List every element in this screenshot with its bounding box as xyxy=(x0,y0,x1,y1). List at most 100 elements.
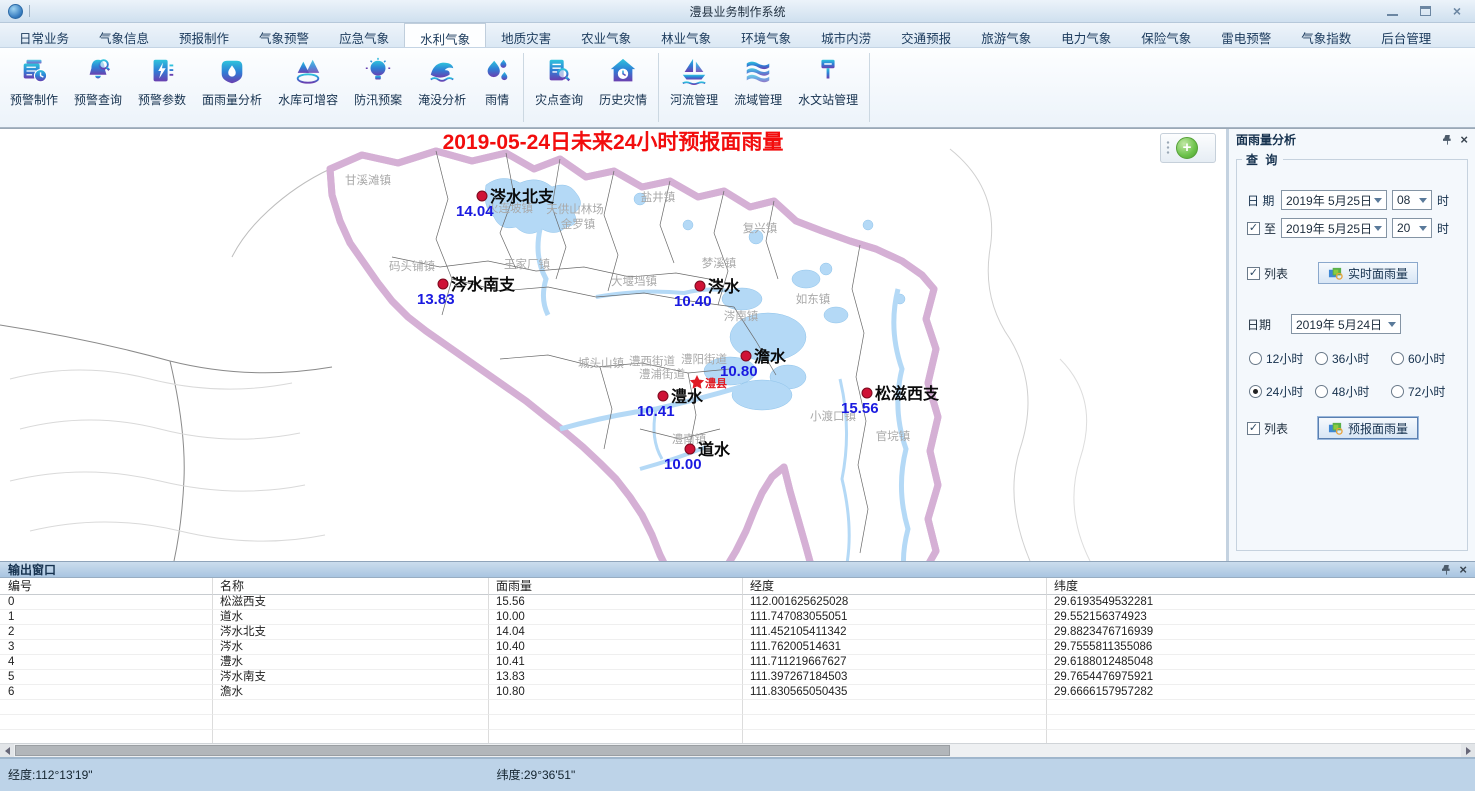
toolbar-button-reservoir[interactable]: 水库可增容 xyxy=(270,51,346,124)
toolbar-button-rain[interactable]: 雨情 xyxy=(474,51,520,124)
duration-option-5[interactable]: 48小时 xyxy=(1315,383,1391,400)
duration-option-3[interactable]: 60小时 xyxy=(1391,350,1457,367)
column-header-5[interactable]: 纬度 xyxy=(1047,578,1475,595)
station-marker[interactable]: 涔水南支13.83 xyxy=(417,275,516,308)
menu-item-18[interactable]: 后台管理 xyxy=(1366,23,1446,47)
table-cell: 10.00 xyxy=(489,610,743,625)
duration-option-4[interactable]: 24小时 xyxy=(1249,383,1315,400)
toolbar-separator xyxy=(523,53,524,122)
menu-item-14[interactable]: 电力气象 xyxy=(1046,23,1126,47)
column-header-3[interactable]: 面雨量 xyxy=(489,578,743,595)
menu-item-2[interactable]: 气象信息 xyxy=(84,23,164,47)
table-cell xyxy=(743,715,1047,730)
radio-unselected-icon[interactable] xyxy=(1315,385,1328,398)
menu-item-17[interactable]: 气象指数 xyxy=(1286,23,1366,47)
table-row[interactable]: 1道水10.00111.74708305505129.552156374923 xyxy=(0,610,1475,625)
toolbar-button-inundation[interactable]: 淹没分析 xyxy=(410,51,474,124)
realtime-rain-button[interactable]: 实时面雨量 xyxy=(1318,262,1418,284)
menu-item-15[interactable]: 保险气象 xyxy=(1126,23,1206,47)
title-bar: 澧县业务制作系统 xyxy=(0,0,1475,23)
menu-item-10[interactable]: 环境气象 xyxy=(726,23,806,47)
menu-item-11[interactable]: 城市内涝 xyxy=(806,23,886,47)
table-row[interactable]: 2涔水北支14.04111.45210541134229.88234767169… xyxy=(0,625,1475,640)
station-value: 10.41 xyxy=(637,403,675,420)
map-area[interactable]: 甘溪滩镇天供山林场金罗镇盐井镇复兴镇码头铺镇王家厂镇大堰垱镇梦溪镇涔南镇如东镇城… xyxy=(0,128,1226,561)
menu-item-6[interactable]: 水利气象 xyxy=(404,23,486,47)
table-row[interactable]: 0松滋西支15.56112.00162562502829.61935495322… xyxy=(0,595,1475,610)
radio-unselected-icon[interactable] xyxy=(1315,352,1328,365)
radio-selected-icon[interactable] xyxy=(1249,385,1262,398)
menu-item-13[interactable]: 旅游气象 xyxy=(966,23,1046,47)
table-row[interactable]: 6澹水10.80111.83056505043529.6666157957282 xyxy=(0,685,1475,700)
town-label: 大堰垱镇 xyxy=(611,274,657,288)
toolbar-button-alert-edit[interactable]: 预警制作 xyxy=(2,51,66,124)
table-cell: 涔水南支 xyxy=(213,670,489,685)
duration-option-6[interactable]: 72小时 xyxy=(1391,383,1457,400)
menu-item-12[interactable]: 交通预报 xyxy=(886,23,966,47)
drag-handle-icon[interactable] xyxy=(1166,140,1170,156)
radio-unselected-icon[interactable] xyxy=(1391,385,1404,398)
scroll-right-icon[interactable] xyxy=(1461,744,1475,757)
menu-item-4[interactable]: 气象预警 xyxy=(244,23,324,47)
minimize-icon[interactable] xyxy=(1387,7,1398,16)
menu-item-8[interactable]: 农业气象 xyxy=(566,23,646,47)
toolbar-button-flood-plan[interactable]: 防汛预案 xyxy=(346,51,410,124)
table-row[interactable]: 3涔水10.40111.7620051463129.7555811355086 xyxy=(0,640,1475,655)
town-label: 王家厂镇 xyxy=(504,257,550,271)
end-date-select[interactable]: 2019年 5月25日 xyxy=(1281,218,1387,238)
horizontal-scrollbar[interactable] xyxy=(0,743,1475,757)
toolbar-button-alert-params[interactable]: 预警参数 xyxy=(130,51,194,124)
toolbar-button-history[interactable]: 历史灾情 xyxy=(591,51,655,124)
end-hour-select[interactable]: 20 xyxy=(1392,218,1432,238)
start-hour-select[interactable]: 08 xyxy=(1392,190,1432,210)
to-checkbox[interactable] xyxy=(1247,222,1260,235)
menu-item-5[interactable]: 应急气象 xyxy=(324,23,404,47)
maximize-icon[interactable] xyxy=(1420,6,1431,16)
scrollbar-thumb[interactable] xyxy=(15,745,950,756)
output-close-icon[interactable] xyxy=(1459,564,1467,576)
forecast-list-checkbox[interactable] xyxy=(1247,422,1260,435)
county-map[interactable]: 甘溪滩镇天供山林场金罗镇盐井镇复兴镇码头铺镇王家厂镇大堰垱镇梦溪镇涔南镇如东镇城… xyxy=(0,129,1226,561)
menu-item-16[interactable]: 雷电预警 xyxy=(1206,23,1286,47)
toolbar-button-basin[interactable]: 流域管理 xyxy=(726,51,790,124)
toolbar-button-disaster-search[interactable]: 灾点查询 xyxy=(527,51,591,124)
duration-option-2[interactable]: 36小时 xyxy=(1315,350,1391,367)
panel-close-icon[interactable] xyxy=(1460,134,1468,146)
toolbar-button-river[interactable]: 河流管理 xyxy=(662,51,726,124)
forecast-rain-button[interactable]: 预报面雨量 xyxy=(1318,417,1418,439)
status-bar: 经度:112°13'19" 纬度:29°36'51" xyxy=(0,757,1475,791)
duration-option-1[interactable]: 12小时 xyxy=(1249,350,1315,367)
column-header-1[interactable]: 编号 xyxy=(0,578,213,595)
toolbar-button-hydrostation[interactable]: 水文站管理 xyxy=(790,51,866,124)
station-name: 松滋西支 xyxy=(875,384,940,403)
pin-icon[interactable] xyxy=(1443,134,1452,146)
zoom-in-button[interactable] xyxy=(1176,137,1198,159)
station-marker[interactable]: 松滋西支15.56 xyxy=(841,384,940,417)
realtime-list-checkbox[interactable] xyxy=(1247,267,1260,280)
toolbar-button-alert-search[interactable]: 预警查询 xyxy=(66,51,130,124)
table-row[interactable]: 4澧水10.41111.71121966762729.6188012485048 xyxy=(0,655,1475,670)
station-marker[interactable]: 澧水10.41 xyxy=(637,387,704,420)
column-header-2[interactable]: 名称 xyxy=(213,578,489,595)
table-cell: 111.397267184503 xyxy=(743,670,1047,685)
town-label: 盐井镇 xyxy=(641,190,676,204)
forecast-date-select[interactable]: 2019年 5月24日 xyxy=(1291,314,1401,334)
scroll-left-icon[interactable] xyxy=(0,744,14,757)
column-header-4[interactable]: 经度 xyxy=(743,578,1047,595)
radio-unselected-icon[interactable] xyxy=(1249,352,1262,365)
duration-label: 72小时 xyxy=(1408,383,1445,400)
menu-item-9[interactable]: 林业气象 xyxy=(646,23,726,47)
pin-icon[interactable] xyxy=(1442,564,1451,576)
radio-unselected-icon[interactable] xyxy=(1391,352,1404,365)
menu-item-1[interactable]: 日常业务 xyxy=(4,23,84,47)
menu-item-7[interactable]: 地质灾害 xyxy=(486,23,566,47)
duration-label: 24小时 xyxy=(1266,383,1303,400)
history-icon xyxy=(608,56,638,86)
start-date-select[interactable]: 2019年 5月25日 xyxy=(1281,190,1387,210)
close-icon[interactable] xyxy=(1453,6,1461,17)
toolbar-button-rain-analysis[interactable]: 面雨量分析 xyxy=(194,51,270,124)
table-cell xyxy=(213,715,489,730)
table-row[interactable]: 5涔水南支13.83111.39726718450329.76544769759… xyxy=(0,670,1475,685)
table-cell: 29.6193549532281 xyxy=(1047,595,1475,610)
menu-item-3[interactable]: 预报制作 xyxy=(164,23,244,47)
